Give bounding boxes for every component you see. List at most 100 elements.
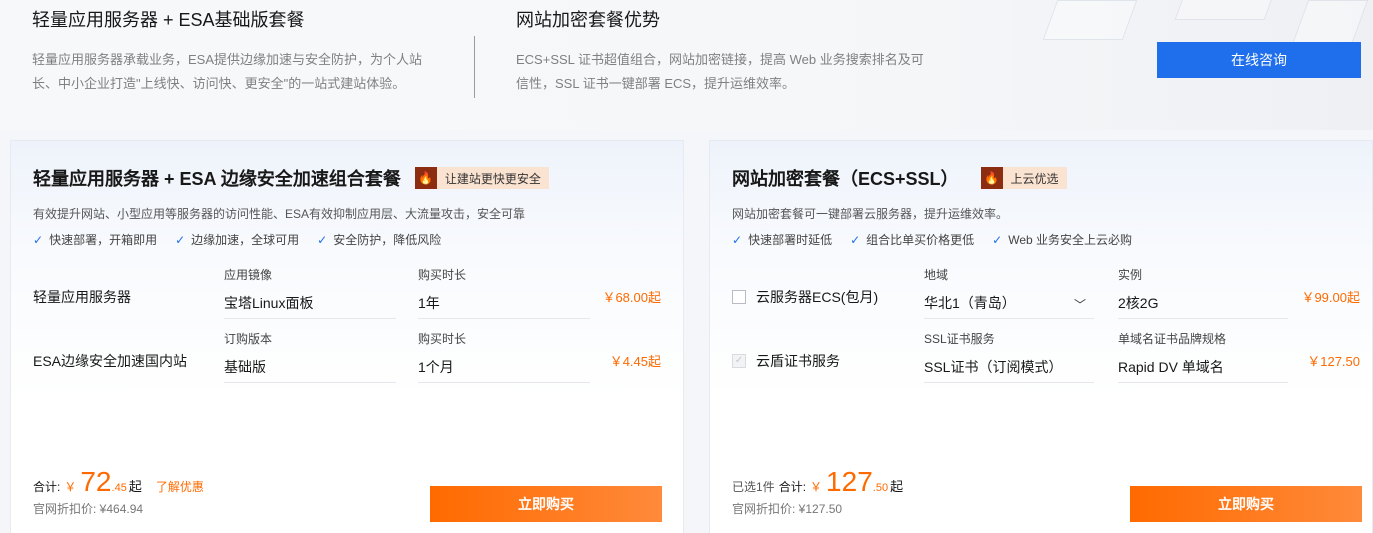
product-name-wrap: ✓ 云盾证书服务 [732, 351, 840, 371]
total-integer: 72 [80, 466, 112, 497]
original-price: 官网折扣价: ¥127.50 [732, 502, 843, 516]
feature-text: Web 业务安全上云必购 [1008, 233, 1133, 247]
product-name: 轻量应用服务器 [33, 289, 131, 305]
feature-text: 快速部署，开箱即用 [49, 233, 158, 247]
region-field: 地域 华北1（青岛） ﹀ [924, 267, 1094, 319]
feature-list: ✓ 快速部署时延低 ✓ 组合比单买价格更低 ✓ Web 业务安全上云必购 [732, 231, 1150, 248]
instance-select[interactable]: 2核2G [1118, 291, 1288, 319]
check-icon: ✓ [33, 232, 44, 247]
total-decimal: .50 [872, 482, 889, 494]
total-price: 合计: ￥ 72 .45 起 了解优惠 [33, 466, 204, 498]
feature-item: ✓ Web 业务安全上云必购 [992, 231, 1132, 248]
image-field: 应用镜像 宝塔Linux面板 [224, 267, 396, 319]
row-price: ￥4.45起 [609, 354, 661, 369]
duration-select[interactable]: 1个月 [418, 355, 590, 383]
feature-text: 安全防护，降低风险 [333, 233, 442, 247]
feature-text: 组合比单买价格更低 [866, 233, 975, 247]
field-label: 实例 [1118, 268, 1143, 282]
promo-link[interactable]: 了解优惠 [156, 478, 204, 495]
decorative-shape [1291, 0, 1369, 45]
cert-spec-select[interactable]: Rapid DV 单域名 [1118, 355, 1288, 383]
duration-field: 购买时长 1个月 [418, 331, 590, 383]
decorative-shape [1042, 0, 1138, 40]
card-subtitle: 有效提升网站、小型应用等服务器的访问性能、ESA有效抑制应用层、大流量攻击，安全… [33, 207, 526, 221]
product-name: ESA边缘安全加速国内站 [33, 353, 188, 369]
card-subtitle: 网站加密套餐可一键部署云服务器，提升运维效率。 [732, 207, 1009, 221]
ssl-service-select[interactable]: SSL证书（订阅模式） [924, 355, 1094, 383]
card-title: 网站加密套餐（ECS+SSL） 🔥 上云优选 [732, 165, 1067, 191]
duration-select[interactable]: 1年 [418, 291, 590, 319]
edition-select[interactable]: 基础版 [224, 355, 396, 383]
intro-description: ECS+SSL 证书超值组合，网站加密链接，提高 Web 业务搜索排名及可信性，… [516, 52, 924, 91]
field-label: 单域名证书品牌规格 [1118, 332, 1227, 346]
total-price: 已选1件 合计: ￥ 127 .50 起 [732, 466, 903, 498]
fire-icon: 🔥 [980, 167, 1003, 189]
total-integer: 127 [826, 466, 873, 497]
intro-column-ssl: 网站加密套餐优势 ECS+SSL 证书超值组合，网站加密链接，提高 Web 业务… [516, 8, 926, 96]
feature-text: 边缘加速，全球可用 [191, 233, 300, 247]
row-price: ￥99.00起 [1301, 290, 1360, 305]
duration-field: 购买时长 1年 [418, 267, 590, 319]
feature-text: 快速部署时延低 [748, 233, 833, 247]
field-label: 订购版本 [224, 332, 273, 346]
row-price: ￥127.50 [1307, 354, 1360, 369]
instance-field: 实例 2核2G [1118, 267, 1288, 319]
ssl-service-field: SSL证书服务 SSL证书（订阅模式） [924, 331, 1094, 383]
total-suffix: 起 [128, 479, 142, 494]
currency-symbol: ￥ [810, 480, 823, 494]
selected-count: 已选1件 [732, 480, 775, 494]
check-icon: ✓ [732, 232, 743, 247]
feature-list: ✓ 快速部署，开箱即用 ✓ 边缘加速，全球可用 ✓ 安全防护，降低风险 [33, 231, 459, 248]
card-title-text: 网站加密套餐（ECS+SSL） [732, 169, 959, 189]
intro-title: 轻量应用服务器 + ESA基础版套餐 [32, 10, 305, 30]
card-title: 轻量应用服务器 + ESA 边缘安全加速组合套餐 🔥 让建站更快更安全 [33, 165, 549, 191]
promo-tag-text: 上云优选 [1010, 171, 1059, 186]
product-name: 云服务器ECS(包月) [756, 289, 879, 305]
ssl-checkbox: ✓ [732, 354, 746, 368]
check-icon: ✓ [175, 232, 186, 247]
feature-item: ✓ 快速部署，开箱即用 [33, 231, 157, 248]
top-banner: 轻量应用服务器 + ESA基础版套餐 轻量应用服务器承载业务，ESA提供边缘加速… [0, 0, 1373, 130]
buy-now-button[interactable]: 立即购买 [430, 486, 662, 522]
total-label: 合计: [778, 480, 807, 494]
check-icon: ✓ [317, 232, 328, 247]
currency-symbol: ￥ [64, 480, 77, 494]
ssl-package-card: 网站加密套餐（ECS+SSL） 🔥 上云优选 网站加密套餐可一键部署云服务器，提… [709, 140, 1373, 533]
promo-tag-text: 让建站更快更安全 [444, 171, 541, 186]
total-suffix: 起 [890, 479, 904, 494]
original-price: 官网折扣价: ¥464.94 [33, 502, 144, 516]
row-price: ￥68.00起 [602, 290, 661, 305]
check-icon: ✓ [850, 232, 861, 247]
fire-icon: 🔥 [414, 167, 437, 189]
field-label: 购买时长 [418, 332, 467, 346]
image-select[interactable]: 宝塔Linux面板 [224, 291, 396, 319]
feature-item: ✓ 快速部署时延低 [732, 231, 832, 248]
promo-tag: 🔥 让建站更快更安全 [414, 167, 549, 189]
field-label: 应用镜像 [224, 268, 273, 282]
product-name-wrap: 云服务器ECS(包月) [732, 287, 878, 307]
product-row-lightweight-server: 轻量应用服务器 应用镜像 宝塔Linux面板 购买时长 1年 ￥68.00起 [11, 267, 683, 327]
divider [474, 36, 475, 98]
total-decimal: .45 [111, 482, 127, 494]
field-label: 地域 [924, 268, 949, 282]
intro-description: 轻量应用服务器承载业务，ESA提供边缘加速与安全防护，为个人站长、中小企业打造"… [32, 52, 423, 91]
edition-field: 订购版本 基础版 [224, 331, 396, 383]
total-label: 合计: [33, 480, 61, 494]
product-row-ssl: ✓ 云盾证书服务 SSL证书服务 SSL证书（订阅模式） 单域名证书品牌规格 R… [710, 331, 1372, 391]
promo-tag: 🔥 上云优选 [980, 167, 1067, 189]
field-label: 购买时长 [418, 268, 467, 282]
region-select[interactable]: 华北1（青岛） ﹀ [924, 291, 1094, 319]
buy-now-button[interactable]: 立即购买 [1130, 486, 1362, 522]
ecs-checkbox[interactable] [732, 290, 746, 304]
cert-spec-field: 单域名证书品牌规格 Rapid DV 单域名 [1118, 331, 1288, 383]
product-row-esa: ESA边缘安全加速国内站 订购版本 基础版 购买时长 1个月 ￥4.45起 [11, 331, 683, 391]
combo-package-card: 轻量应用服务器 + ESA 边缘安全加速组合套餐 🔥 让建站更快更安全 有效提升… [10, 140, 684, 533]
chevron-down-icon: ﹀ [1073, 298, 1086, 312]
feature-item: ✓ 安全防护，降低风险 [317, 231, 441, 248]
product-row-ecs: 云服务器ECS(包月) 地域 华北1（青岛） ﹀ 实例 2核2G ￥99.00起 [710, 267, 1372, 327]
region-value: 华北1（青岛） [924, 295, 1016, 311]
field-label: SSL证书服务 [924, 332, 995, 346]
online-consult-button[interactable]: 在线咨询 [1157, 42, 1361, 78]
feature-item: ✓ 边缘加速，全球可用 [175, 231, 299, 248]
decorative-shape [1174, 0, 1276, 20]
